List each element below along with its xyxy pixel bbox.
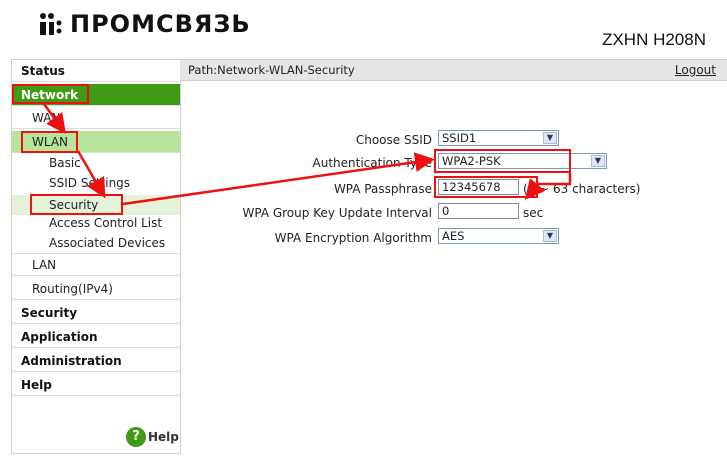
nav-application[interactable]: Application [12, 326, 180, 348]
nav-help[interactable]: Help [12, 374, 180, 396]
nav-routing[interactable]: Routing(IPv4) [12, 278, 180, 300]
brand-logo: ПРОМСВЯЗЬ [38, 10, 251, 38]
logo-mark-icon [38, 11, 64, 37]
logout-link[interactable]: Logout [675, 60, 716, 80]
encryption-value: AES [442, 229, 465, 243]
nav-wan[interactable]: WAN [12, 107, 180, 129]
nav-administration[interactable]: Administration [12, 350, 180, 372]
dropdown-arrow-icon: ▼ [543, 132, 557, 144]
group-key-label: WPA Group Key Update Interval [242, 206, 432, 220]
annotation-box-auth-type [434, 149, 571, 173]
nav-wlan-acl[interactable]: Access Control List [12, 213, 180, 233]
dropdown-arrow-icon: ▼ [543, 230, 557, 242]
encryption-label: WPA Encryption Algorithm [274, 231, 432, 245]
nav-security[interactable]: Security [12, 302, 180, 324]
row-group-key: WPA Group Key Update Interval 0 sec [180, 203, 727, 225]
group-key-unit: sec [523, 206, 544, 220]
help-question-icon: ? [126, 427, 146, 447]
group-key-input[interactable]: 0 [438, 203, 519, 219]
auth-type-label: Authentication Type [312, 156, 432, 170]
choose-ssid-select[interactable]: SSID1 ▼ [438, 130, 559, 146]
row-encryption: WPA Encryption Algorithm AES ▼ [180, 228, 727, 250]
device-model: ZXHN H208N [602, 30, 706, 49]
annotation-box-network [12, 84, 89, 104]
annotation-box-passphrase [434, 176, 538, 198]
choose-ssid-value: SSID1 [442, 131, 477, 145]
nav-lan[interactable]: LAN [12, 254, 180, 276]
sidebar-nav: Status Network WAN WLAN Basic SSID Setti… [11, 59, 181, 454]
passphrase-hint: (8 ~ 63 characters) [523, 182, 641, 196]
help-link-label: Help [148, 430, 179, 444]
nav-status[interactable]: Status [12, 60, 180, 82]
annotation-box-security [30, 194, 123, 215]
dropdown-arrow-icon: ▼ [591, 155, 605, 167]
help-link[interactable]: ? Help [126, 427, 179, 447]
logo-text: ПРОМСВЯЗЬ [70, 10, 251, 38]
passphrase-label: WPA Passphrase [333, 182, 432, 196]
nav-wlan-basic[interactable]: Basic [12, 153, 180, 173]
nav-wlan-ssid-settings[interactable]: SSID Settings [12, 173, 180, 193]
choose-ssid-label: Choose SSID [355, 133, 432, 147]
breadcrumb: Path:Network-WLAN-Security [188, 63, 355, 77]
annotation-box-wlan [21, 131, 78, 153]
encryption-select[interactable]: AES ▼ [438, 228, 559, 244]
path-bar: Path:Network-WLAN-Security Logout [180, 59, 727, 81]
nav-wlan-associated-devices[interactable]: Associated Devices [12, 233, 180, 254]
